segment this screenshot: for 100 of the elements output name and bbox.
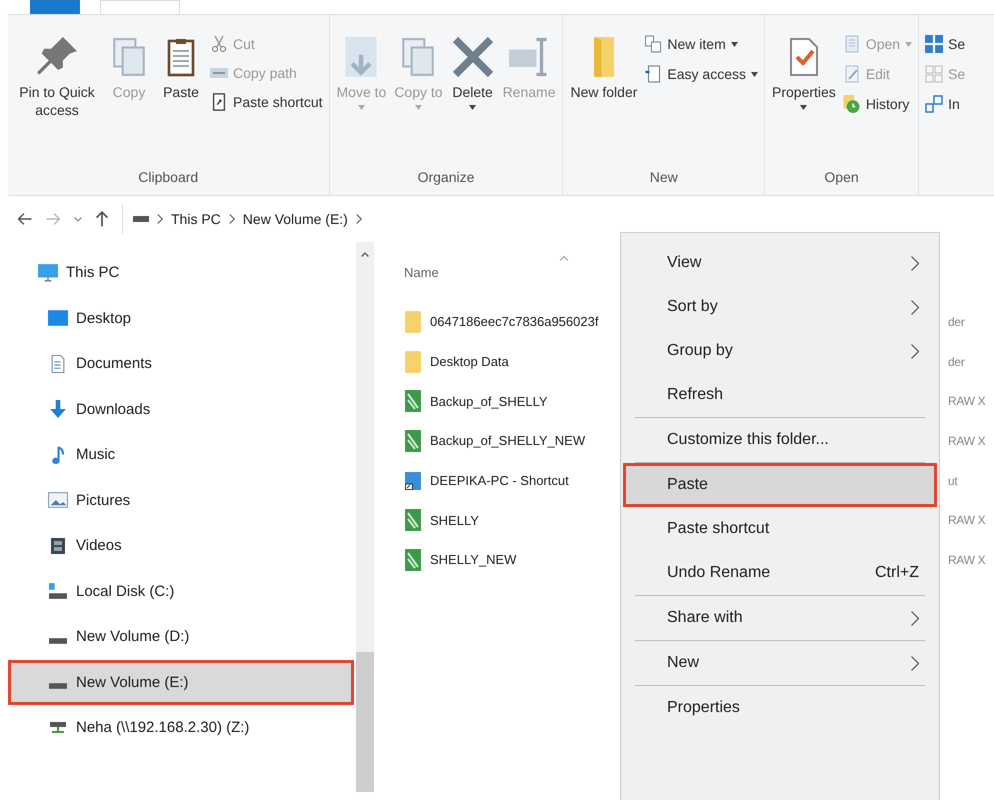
delete-icon	[452, 37, 493, 77]
table-cell: der	[948, 314, 964, 329]
open-icon	[842, 35, 861, 53]
file-name[interactable]: Backup_of_SHELLY_NEW	[430, 433, 586, 448]
breadcrumb[interactable]: New Volume (E:)	[242, 211, 348, 227]
easy-access-icon	[644, 65, 662, 83]
nav-item[interactable]: Documents	[8, 341, 354, 386]
drive-icon	[49, 683, 67, 690]
ribbon-button[interactable]: Se	[923, 33, 968, 55]
network-drive-icon	[49, 722, 67, 734]
pushpin-icon	[37, 37, 77, 77]
nav-item[interactable]: Music	[8, 432, 354, 478]
document-icon	[51, 354, 65, 373]
scissors-icon	[210, 35, 228, 53]
ribbon-button[interactable]: Paste	[156, 31, 206, 105]
rename-icon	[509, 37, 550, 77]
ribbon-button[interactable]: Paste shortcut	[208, 91, 324, 113]
sort-caret-icon	[559, 256, 569, 261]
column-header[interactable]: Name	[404, 264, 439, 280]
menu-item[interactable]: Paste	[623, 463, 937, 507]
computer-icon	[38, 264, 58, 282]
nav-item[interactable]: This PC	[8, 250, 354, 296]
group-label: Open	[823, 169, 860, 187]
nav-item[interactable]: New Volume (D:)	[8, 614, 354, 660]
scroll-up-icon[interactable]	[361, 252, 369, 257]
ribbon-button[interactable]: Easy access	[642, 63, 760, 85]
edit-icon	[842, 65, 861, 83]
nav-item[interactable]: Desktop	[8, 296, 354, 341]
file-name[interactable]: Desktop Data	[430, 354, 509, 370]
pictures-icon	[48, 492, 68, 508]
file-name[interactable]: 0647186eec7c7836a956023f	[430, 314, 598, 330]
drive-icon	[49, 583, 67, 600]
music-note-icon	[52, 446, 64, 464]
forward-arrow-icon[interactable]	[46, 213, 60, 225]
chevron-icon	[157, 214, 163, 224]
history-icon	[842, 95, 861, 113]
ribbon-button[interactable]: History	[840, 93, 914, 115]
folder-icon	[594, 37, 614, 77]
copy-path-icon	[210, 68, 228, 78]
menu-item[interactable]: Paste shortcut	[623, 507, 937, 551]
menu-item[interactable]: View	[623, 241, 937, 285]
folder-icon	[405, 350, 421, 373]
grid-icon	[925, 35, 944, 53]
table-cell: der	[948, 354, 964, 369]
shortcut-icon	[405, 472, 421, 490]
nav-item[interactable]: Local Disk (C:)	[8, 568, 354, 614]
nav-item[interactable]: Videos	[8, 523, 354, 568]
table-cell: RAW X	[948, 434, 986, 448]
ribbon-button[interactable]: Pin to Quick access	[12, 31, 102, 123]
group-label: New	[648, 169, 679, 187]
image-file-icon	[405, 390, 421, 412]
menu-item[interactable]: Properties	[623, 686, 937, 730]
folder-icon	[405, 310, 421, 333]
ribbon-button[interactable]: Delete	[448, 31, 498, 114]
nav-item[interactable]: Pictures	[8, 478, 354, 523]
table-cell: ut	[948, 474, 958, 488]
menu-item[interactable]: Customize this folder...	[623, 418, 937, 462]
table-cell: RAW X	[948, 394, 986, 408]
table-cell: RAW X	[948, 552, 986, 567]
new-item-icon	[644, 35, 662, 53]
menu-item[interactable]: Group by	[623, 329, 937, 373]
drive-icon	[49, 638, 67, 644]
desktop-icon	[48, 310, 68, 326]
paste-shortcut-icon	[210, 93, 228, 111]
drive-icon	[133, 216, 149, 222]
up-arrow-icon[interactable]	[96, 211, 108, 227]
scrollbar-thumb[interactable]	[356, 652, 374, 792]
chevron-icon	[228, 214, 235, 224]
menu-item[interactable]: Undo Rename Ctrl+Z	[623, 551, 937, 595]
file-name[interactable]: Backup_of_SHELLY	[430, 394, 548, 409]
image-file-icon	[405, 430, 421, 452]
breadcrumb[interactable]: This PC	[171, 211, 221, 227]
ribbon-button[interactable]: In	[923, 93, 968, 115]
nav-item[interactable]: Downloads	[8, 386, 354, 432]
file-tab[interactable]	[30, 0, 80, 14]
dropdown-caret-icon[interactable]	[74, 216, 82, 222]
chevron-icon	[356, 214, 362, 224]
group-label: Clipboard	[137, 169, 200, 187]
file-name[interactable]: SHELLY_NEW	[430, 552, 516, 568]
image-file-icon	[405, 548, 421, 571]
ribbon-button[interactable]: Properties	[769, 31, 839, 114]
nav-item[interactable]: New Volume (E:)	[8, 660, 354, 705]
invert-selection-icon	[925, 95, 944, 113]
nav-item[interactable]: Neha (\\192.168.2.30) (Z:)	[8, 705, 354, 750]
back-arrow-icon[interactable]	[18, 213, 32, 225]
grid-icon	[925, 65, 944, 83]
group-label: Organize	[416, 169, 476, 187]
menu-item[interactable]: Share with	[623, 596, 937, 640]
ribbon-button[interactable]: New folder	[567, 31, 640, 105]
scrollbar[interactable]	[356, 242, 374, 792]
image-file-icon	[405, 509, 421, 532]
film-icon	[51, 538, 65, 554]
table-cell: RAW X	[948, 513, 986, 528]
file-name[interactable]: DEEPIKA-PC - Shortcut	[430, 473, 569, 488]
menu-item[interactable]: Sort by	[623, 285, 937, 329]
file-name[interactable]: SHELLY	[430, 512, 479, 528]
ribbon-button[interactable]: New item	[642, 33, 760, 55]
download-arrow-icon	[50, 400, 66, 418]
menu-item[interactable]: Refresh	[623, 373, 937, 417]
menu-item[interactable]: New	[623, 641, 937, 685]
